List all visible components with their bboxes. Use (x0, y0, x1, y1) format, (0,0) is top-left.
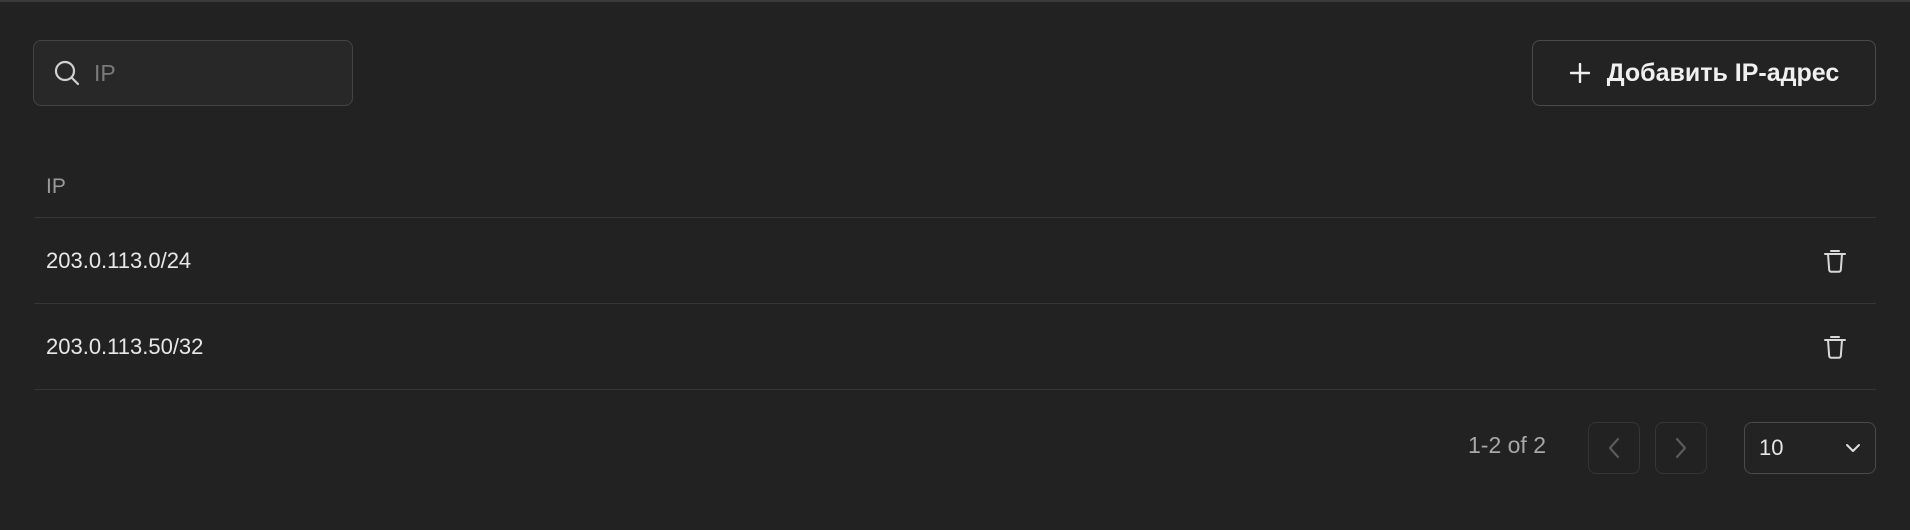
chevron-down-icon (1846, 444, 1860, 452)
chevron-left-icon (1608, 437, 1620, 459)
add-ip-button-label: Добавить IP-адрес (1606, 58, 1840, 87)
delete-button[interactable] (1818, 244, 1852, 278)
search-field[interactable] (33, 40, 353, 106)
column-header-ip: IP (34, 157, 1876, 218)
add-ip-button[interactable]: Добавить IP-адрес (1532, 40, 1876, 106)
trash-icon (1824, 249, 1846, 273)
ip-table: IP 203.0.113.0/24 203.0.113.50/32 (34, 157, 1876, 390)
prev-page-button[interactable] (1588, 422, 1640, 474)
delete-button[interactable] (1818, 330, 1852, 364)
trash-icon (1824, 335, 1846, 359)
table-row: 203.0.113.0/24 (34, 218, 1876, 304)
ip-allowlist-panel: Добавить IP-адрес IP 203.0.113.0/24 203.… (0, 0, 1910, 530)
plus-icon (1569, 62, 1591, 84)
search-icon (52, 58, 82, 88)
next-page-button[interactable] (1655, 422, 1707, 474)
page-size-value: 10 (1759, 435, 1784, 460)
page-size-select[interactable]: 10 (1744, 422, 1876, 474)
ip-cell: 203.0.113.50/32 (46, 333, 204, 359)
table-row: 203.0.113.50/32 (34, 304, 1876, 390)
ip-cell: 203.0.113.0/24 (46, 247, 192, 273)
chevron-right-icon (1675, 437, 1687, 459)
search-input[interactable] (94, 59, 334, 87)
pagination-range: 1-2 of 2 (1468, 432, 1546, 458)
